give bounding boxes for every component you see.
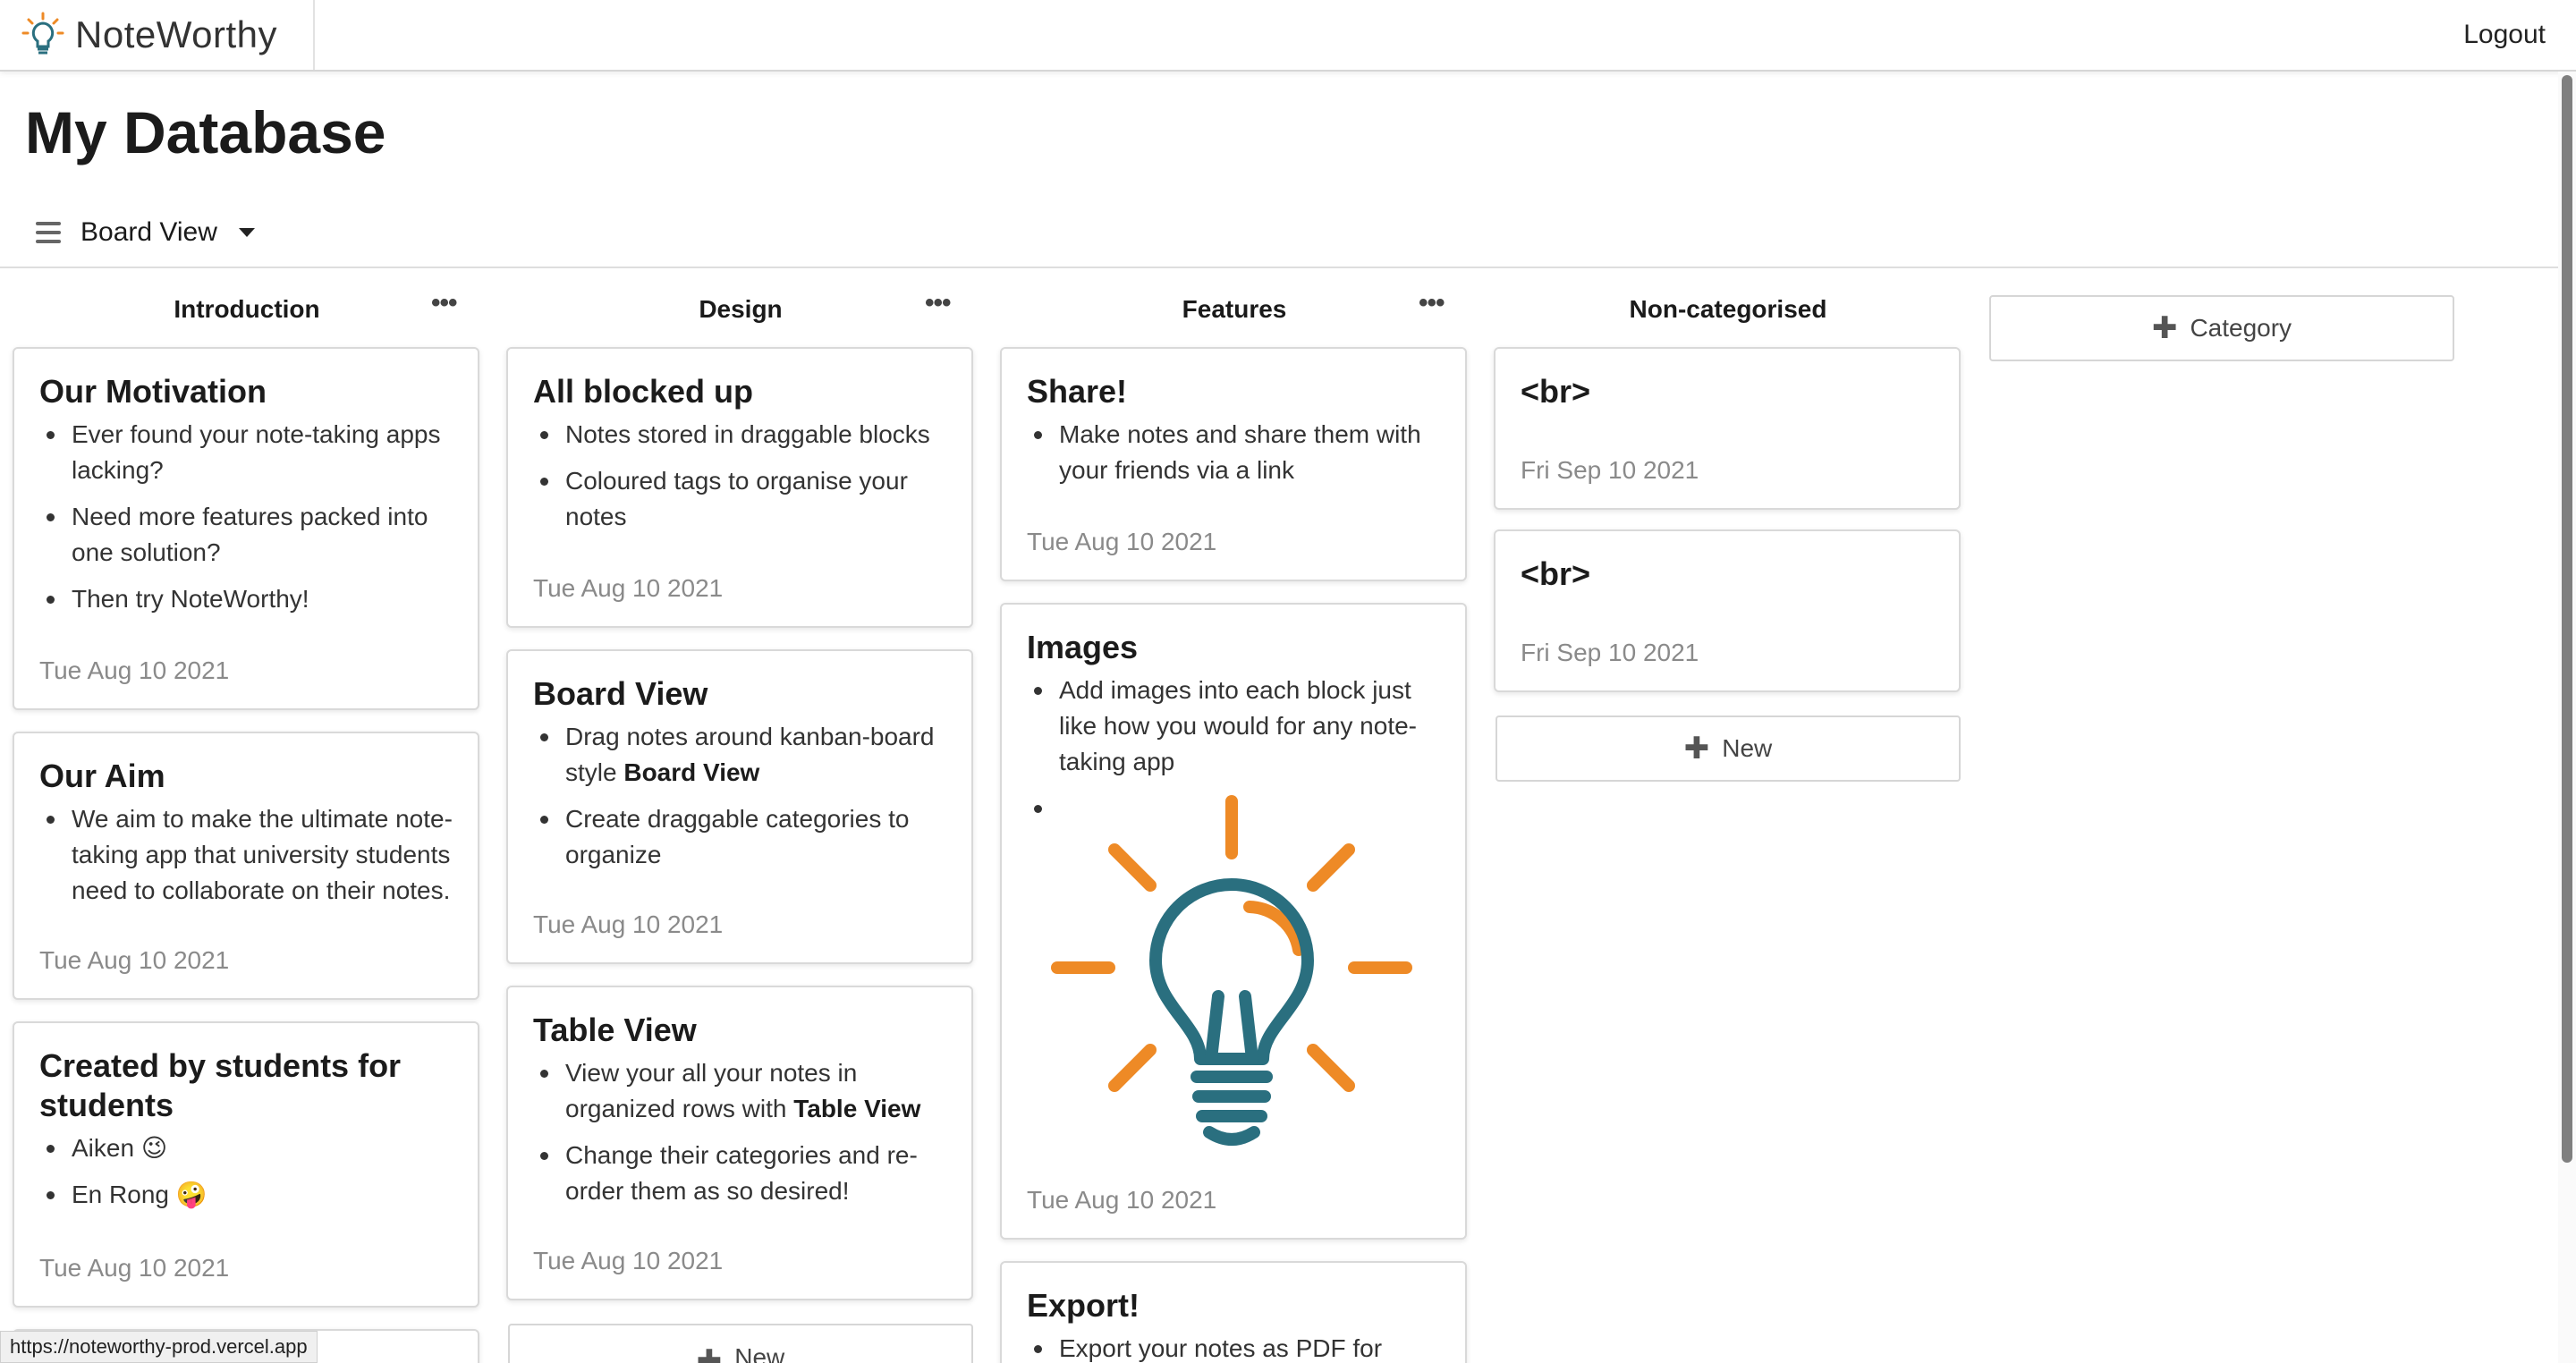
- new-note-label: New: [1722, 734, 1773, 762]
- list-item: Make notes and share them with your frie…: [1027, 417, 1440, 488]
- note-list: Ever found your note-taking apps lacking…: [39, 417, 453, 617]
- list-item: Create draggable categories to organize: [533, 801, 946, 873]
- list-item: Notes stored in draggable blocks: [533, 417, 946, 453]
- note-title: Our Aim: [39, 758, 165, 794]
- note-date: Tue Aug 10 2021: [1027, 1186, 1217, 1214]
- note-date: Tue Aug 10 2021: [533, 574, 724, 602]
- plus-icon: ✚: [2151, 311, 2178, 345]
- note-list: View your all your notes in organized ro…: [533, 1055, 946, 1209]
- list-item: We aim to make the ultimate note-taking …: [39, 801, 453, 909]
- app-root: NoteWorthy Logout My Database Board View…: [0, 0, 2576, 1363]
- note-card-created-by-students[interactable]: Created by students for students Aiken 😉…: [13, 1021, 479, 1308]
- logout-link[interactable]: Logout: [2463, 20, 2546, 50]
- new-note-button-non-categorised[interactable]: ✚ New: [1496, 715, 1961, 782]
- note-card-our-motivation[interactable]: Our Motivation Ever found your note-taki…: [13, 347, 479, 710]
- column-menu-design-icon[interactable]: •••: [925, 288, 951, 318]
- note-list: Export your notes as PDF for: [1027, 1331, 1440, 1363]
- note-card-br-2[interactable]: <br> Fri Sep 10 2021: [1494, 529, 1961, 692]
- list-item: Need more features packed into one solut…: [39, 499, 453, 571]
- column-menu-features-icon[interactable]: •••: [1419, 288, 1445, 318]
- new-note-button-design[interactable]: ✚ New: [508, 1324, 973, 1363]
- plus-icon: ✚: [696, 1344, 723, 1363]
- list-item: Export your notes as PDF for: [1027, 1331, 1440, 1363]
- list-item: View your all your notes in organized ro…: [533, 1055, 946, 1127]
- navbar: NoteWorthy Logout: [0, 0, 2576, 72]
- note-title: All blocked up: [533, 373, 754, 410]
- note-date: Tue Aug 10 2021: [1027, 528, 1217, 555]
- note-title: Board View: [533, 675, 708, 712]
- list-item: Then try NoteWorthy!: [39, 581, 453, 617]
- note-title: Created by students for students: [39, 1047, 402, 1123]
- note-card-br-1[interactable]: <br> Fri Sep 10 2021: [1494, 347, 1961, 510]
- note-list: Drag notes around kanban-board style Boa…: [533, 719, 946, 873]
- lightbulb-logo-icon: [21, 12, 64, 55]
- scrollbar-thumb[interactable]: [2562, 75, 2572, 1163]
- note-title: <br>: [1521, 373, 1591, 410]
- note-card-export[interactable]: Export! Export your notes as PDF for: [1000, 1261, 1467, 1363]
- hamburger-icon: [36, 222, 61, 243]
- note-date: Tue Aug 10 2021: [39, 656, 230, 684]
- note-title: Our Motivation: [39, 373, 267, 410]
- note-title: Export!: [1027, 1287, 1140, 1324]
- add-category-label: Category: [2190, 314, 2292, 342]
- column-header-non-categorised: Non-categorised: [1629, 295, 1827, 323]
- note-title: Table View: [533, 1012, 697, 1048]
- list-item: Coloured tags to organise your notes: [533, 463, 946, 535]
- note-card-our-aim[interactable]: Our Aim We aim to make the ultimate note…: [13, 732, 479, 1000]
- note-card-table-view[interactable]: Table View View your all your notes in o…: [506, 986, 973, 1300]
- note-card-board-view[interactable]: Board View Drag notes around kanban-boar…: [506, 649, 973, 964]
- note-date: Fri Sep 10 2021: [1521, 456, 1699, 484]
- divider: [0, 267, 2558, 268]
- page-title: My Database: [25, 99, 386, 165]
- list-item: Add images into each block just like how…: [1027, 673, 1440, 780]
- note-card-all-blocked-up[interactable]: All blocked up Notes stored in draggable…: [506, 347, 973, 628]
- note-title: Share!: [1027, 373, 1128, 410]
- column-header-introduction: Introduction: [174, 295, 320, 323]
- column-menu-introduction-icon[interactable]: •••: [431, 288, 457, 318]
- note-title: <br>: [1521, 555, 1591, 592]
- brand-name: NoteWorthy: [75, 13, 277, 55]
- add-category-button[interactable]: ✚ Category: [1989, 295, 2454, 361]
- list-item: Change their categories and re-order the…: [533, 1138, 946, 1209]
- new-note-label: New: [734, 1343, 785, 1363]
- column-header-design: Design: [699, 295, 783, 323]
- column-header-features: Features: [1182, 295, 1287, 323]
- brand-logo-link[interactable]: NoteWorthy: [0, 0, 315, 70]
- note-card-images[interactable]: Images Add images into each block just l…: [1000, 603, 1467, 1240]
- view-selector[interactable]: Board View: [36, 215, 255, 250]
- note-date: Fri Sep 10 2021: [1521, 639, 1699, 666]
- note-date: Tue Aug 10 2021: [39, 1254, 230, 1282]
- view-selector-label: Board View: [80, 217, 217, 247]
- list-item: En Rong 🤪: [39, 1177, 453, 1213]
- chevron-down-icon: [238, 228, 255, 237]
- note-date: Tue Aug 10 2021: [533, 1247, 724, 1274]
- list-item: Aiken 😉: [39, 1130, 453, 1166]
- status-bar-url: https://noteworthy-prod.vercel.app: [0, 1331, 318, 1363]
- lightbulb-image-icon: [1051, 795, 1412, 1146]
- note-date: Tue Aug 10 2021: [533, 910, 724, 938]
- note-card-share[interactable]: Share! Make notes and share them with yo…: [1000, 347, 1467, 581]
- note-date: Tue Aug 10 2021: [39, 946, 230, 974]
- note-title: Images: [1027, 629, 1139, 665]
- note-list: We aim to make the ultimate note-taking …: [39, 801, 453, 909]
- note-list: Notes stored in draggable blocks Coloure…: [533, 417, 946, 535]
- note-list: Aiken 😉 En Rong 🤪: [39, 1130, 453, 1213]
- list-item: Drag notes around kanban-board style Boa…: [533, 719, 946, 791]
- plus-icon: ✚: [1683, 732, 1710, 766]
- note-list: Make notes and share them with your frie…: [1027, 417, 1440, 488]
- list-item: Ever found your note-taking apps lacking…: [39, 417, 453, 488]
